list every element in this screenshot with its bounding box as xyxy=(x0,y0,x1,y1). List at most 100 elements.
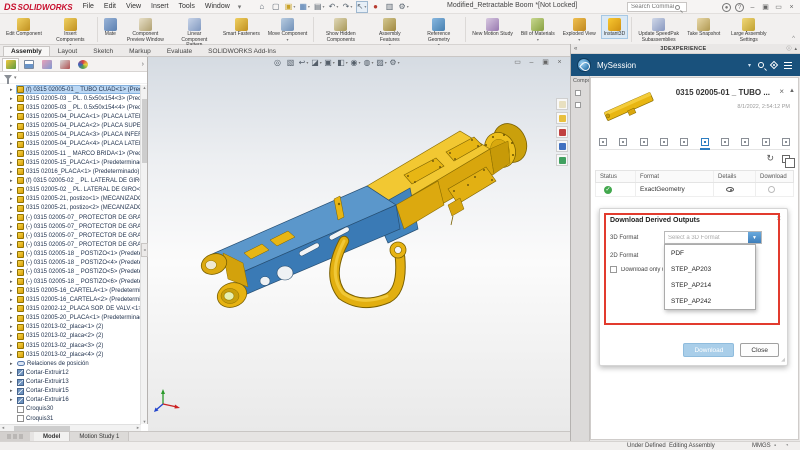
derived-outputs-icon[interactable] xyxy=(701,138,709,146)
zoom-fit-icon[interactable]: ◎ xyxy=(272,57,283,68)
tree-item[interactable]: ▸0315 02013-02_placa<4> (2) xyxy=(0,350,140,359)
dimxpertmanager-tab[interactable] xyxy=(56,58,73,71)
tree-item[interactable]: ▸Relaciones de posición xyxy=(0,359,140,368)
details-eye-icon[interactable] xyxy=(726,187,734,192)
doc-minimize-icon[interactable]: – xyxy=(526,57,537,67)
task-pane-properties-icon[interactable] xyxy=(556,140,568,152)
expander-icon[interactable]: ▸ xyxy=(10,269,17,275)
expand-tabs-icon[interactable]: › xyxy=(142,61,144,68)
edit-appearance-icon[interactable]: ◍▾ xyxy=(363,57,374,68)
tree-item[interactable]: Croquis31 xyxy=(0,414,140,423)
mobile-icon[interactable] xyxy=(762,138,770,146)
dropdown-arrow-icon[interactable]: ▼ xyxy=(748,232,761,243)
tree-horizontal-scrollbar[interactable]: ◄ ► xyxy=(0,424,141,431)
panel-info-icon[interactable]: ⓘ xyxy=(786,45,791,52)
tree-item[interactable]: ▸0315 02013-02_placa<3> (2) xyxy=(0,341,140,350)
expander-icon[interactable]: ▸ xyxy=(10,114,17,120)
task-pane-library-icon[interactable] xyxy=(556,112,568,124)
expander-icon[interactable]: ▸ xyxy=(10,178,17,184)
compass-icon[interactable] xyxy=(577,58,591,72)
menu-file[interactable]: File xyxy=(78,3,99,10)
configurationmanager-tab[interactable] xyxy=(38,58,55,71)
tree-item[interactable]: ▸0315 02005-04_PLACA<4> (PLACA LATERAL) xyxy=(0,140,140,149)
expander-icon[interactable]: ▸ xyxy=(10,379,17,385)
expander-icon[interactable]: ▸ xyxy=(10,343,17,349)
expander-icon[interactable]: ▸ xyxy=(10,205,17,211)
large-assembly-settings-button[interactable]: Large Assembly Settings xyxy=(725,15,772,44)
take-snapshot-button[interactable]: Take Snapshot xyxy=(684,15,723,39)
help-icon[interactable]: ? xyxy=(733,1,746,13)
display-style-icon[interactable]: ◧▾ xyxy=(337,57,348,68)
show-hidden-components-button[interactable]: Show Hidden Components xyxy=(317,15,364,44)
overview-icon[interactable] xyxy=(599,138,607,146)
new-motion-study-button[interactable]: New Motion Study xyxy=(469,15,516,39)
tree-item[interactable]: ▸0315 02005-15_PLACA<1> (Predeterminado) xyxy=(0,158,140,167)
tree-item[interactable]: ▸0315 02016_PLACA<1> (Predeterminado) xyxy=(0,167,140,176)
panel-pin-icon[interactable]: ▴ xyxy=(794,46,797,52)
doc-maximize-icon[interactable]: ▣ xyxy=(540,57,551,67)
expander-icon[interactable]: ▸ xyxy=(10,315,17,321)
tree-item[interactable]: ▸(-) 0315 02005-18 _ POSTIZO<6> (Predete… xyxy=(0,277,140,286)
close-icon[interactable]: × xyxy=(785,1,798,13)
scroll-down-icon[interactable]: ▼ xyxy=(141,419,148,424)
download-only-checkbox[interactable] xyxy=(610,266,617,273)
list-icon[interactable] xyxy=(721,138,729,146)
expander-icon[interactable]: ▸ xyxy=(10,87,17,93)
expander-icon[interactable]: ▸ xyxy=(10,96,17,102)
tree-item[interactable]: ▸(f) 0315 02005-01 _ TUBO CUAD<1> (Prede… xyxy=(0,85,140,94)
dropdown-option-step_ap242[interactable]: STEP_AP242 xyxy=(665,293,755,309)
download-button[interactable]: Download xyxy=(683,343,734,357)
scroll-right-icon[interactable]: ► xyxy=(136,425,140,430)
download-radio[interactable] xyxy=(768,186,775,193)
expander-icon[interactable]: ▸ xyxy=(10,388,17,394)
tab-evaluate[interactable]: Evaluate xyxy=(159,46,200,56)
share-icon[interactable] xyxy=(640,138,648,146)
tree-item[interactable]: ▸0315 02013-02_placa<2> (2) xyxy=(0,332,140,341)
expander-icon[interactable]: ▸ xyxy=(10,224,17,230)
expander-icon[interactable]: ▸ xyxy=(10,333,17,339)
scroll-left-icon[interactable]: ◄ xyxy=(1,425,5,430)
section-view-icon[interactable]: ◪▾ xyxy=(311,57,322,68)
export-table-icon[interactable] xyxy=(782,155,790,163)
ribbon-collapse-icon[interactable]: ^ xyxy=(792,36,795,42)
dropdown-caret-icon[interactable]: ▾ xyxy=(578,38,580,42)
tree-item[interactable]: Croquis30 xyxy=(0,405,140,414)
previous-view-icon[interactable]: ↩▾ xyxy=(298,57,309,68)
doc-close-icon[interactable]: × xyxy=(554,57,565,67)
tree-item[interactable]: ▸(-) 0315 02005-18 _ POSTIZO<5> (Predete… xyxy=(0,268,140,277)
smart-fasteners-button[interactable]: Smart Fasteners xyxy=(220,15,263,39)
refresh-icon[interactable]: ↻ xyxy=(766,154,774,163)
minimize-icon[interactable]: – xyxy=(746,1,759,13)
tree-item[interactable]: ▸0315 02005-04_PLACA<3> (PLACA INFERIOR) xyxy=(0,131,140,140)
select-icon[interactable]: ↖▾ xyxy=(356,1,368,13)
menu-edit[interactable]: Edit xyxy=(99,3,121,10)
expander-icon[interactable]: ▸ xyxy=(10,260,17,266)
new-document-icon[interactable]: ▢ xyxy=(270,1,282,13)
expander-icon[interactable]: ▸ xyxy=(10,306,17,312)
tree-item[interactable]: ▸0315 02005-16_CARTELA<1> (Predeterminad… xyxy=(0,286,140,295)
expander-icon[interactable]: ▸ xyxy=(10,352,17,358)
propertymanager-tab[interactable] xyxy=(20,58,37,71)
tree-item[interactable]: ▸0315 02005-16_CARTELA<2> (Predeterminad… xyxy=(0,295,140,304)
tree-item[interactable]: ▸Cortar-Extruir15 xyxy=(0,387,140,396)
expander-icon[interactable]: ▸ xyxy=(10,370,17,376)
maximize-icon[interactable]: ▣ xyxy=(759,1,772,13)
expander-icon[interactable]: ▸ xyxy=(10,233,17,239)
status-units[interactable]: MMGS xyxy=(752,443,771,449)
tree-item[interactable]: ▸(-) 0315 02005-18 _ POSTIZO<4> (Predete… xyxy=(0,259,140,268)
tree-item[interactable]: ▸0315 02005-04_PLACA<2> (PLACA SUPERIOR) xyxy=(0,122,140,131)
status-quickview-icon[interactable]: ◔ xyxy=(785,443,789,449)
expander-icon[interactable]: ▸ xyxy=(10,196,17,202)
mate-button[interactable]: Mate xyxy=(101,15,120,39)
hide-show-items-icon[interactable]: ◉▾ xyxy=(350,57,361,68)
displaymanager-tab[interactable] xyxy=(74,58,91,71)
scroll-up-icon[interactable]: ▲ xyxy=(141,85,148,90)
expander-icon[interactable]: ▸ xyxy=(10,169,17,175)
component-checkbox[interactable] xyxy=(575,102,581,108)
undo-icon[interactable]: ↶▾ xyxy=(328,1,340,13)
print-icon[interactable]: ▤▾ xyxy=(313,1,326,13)
update-speedpak-subassemblies-button[interactable]: Update SpeedPak Subassemblies xyxy=(635,15,682,44)
home-icon[interactable]: ⌂ xyxy=(256,1,268,13)
doc-restore-icon[interactable]: ▭ xyxy=(512,57,523,67)
instant3d-button[interactable]: Instant3D xyxy=(601,15,628,39)
